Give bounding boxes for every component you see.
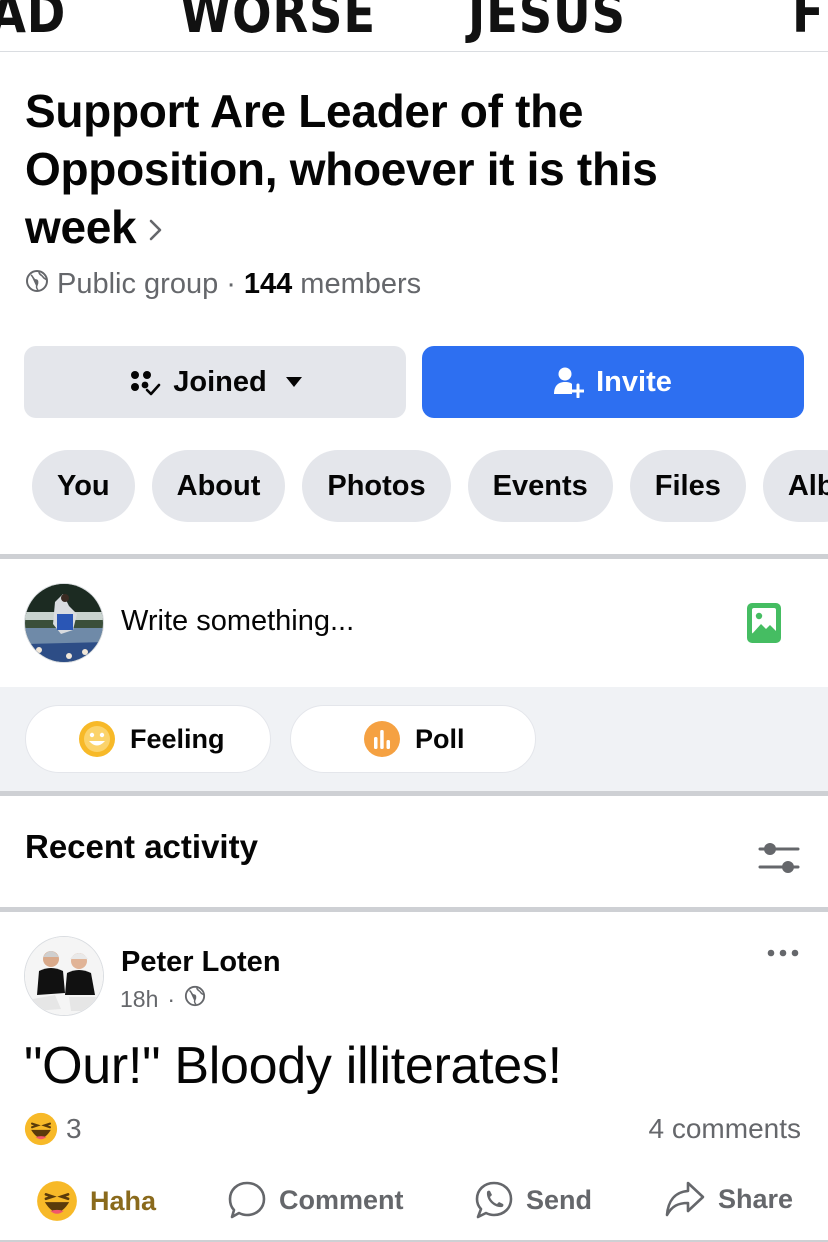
feeling-label: Feeling xyxy=(130,723,225,754)
reaction-summary[interactable]: 3 xyxy=(24,1112,82,1146)
group-title: Support Are Leader of the Opposition, wh… xyxy=(25,85,658,253)
share-label: Share xyxy=(718,1183,794,1214)
cover-word: FI xyxy=(792,0,828,45)
section-divider xyxy=(0,791,828,796)
joined-group-icon xyxy=(131,371,161,396)
filter-icon[interactable] xyxy=(758,840,800,881)
members-label[interactable]: members xyxy=(300,268,421,301)
joined-button[interactable]: Joined xyxy=(24,346,406,418)
comment-button[interactable]: Comment xyxy=(227,1180,404,1220)
poll-icon xyxy=(364,721,400,757)
avatar[interactable] xyxy=(24,936,104,1016)
cover-word: WORSE xyxy=(180,0,376,45)
post-author[interactable]: Peter Loten xyxy=(121,946,281,979)
group-title-link[interactable]: Support Are Leader of the Opposition, wh… xyxy=(25,82,725,260)
section-divider xyxy=(0,907,828,912)
more-icon[interactable] xyxy=(766,946,800,964)
post-text: "Our!" Bloody illiterates! xyxy=(24,1037,562,1095)
privacy-label: Public group xyxy=(57,268,219,300)
cover-photo-strip[interactable]: AD WORSE JESUS FI xyxy=(0,0,828,52)
messenger-icon xyxy=(475,1181,513,1219)
joined-label: Joined xyxy=(173,365,267,398)
group-tabs: You About Photos Events Files Alb xyxy=(32,450,828,522)
composer-placeholder[interactable]: Write something... xyxy=(121,605,354,638)
share-icon xyxy=(665,1181,705,1217)
reaction-count: 3 xyxy=(66,1113,82,1144)
member-count[interactable]: 144 xyxy=(244,268,292,301)
photo-icon[interactable] xyxy=(747,603,781,648)
composer-options: Feeling Poll xyxy=(0,687,828,791)
tab-you[interactable]: You xyxy=(32,450,135,522)
post-composer[interactable]: Write something... xyxy=(0,559,828,687)
group-meta: Public group · 144 members xyxy=(25,268,421,301)
invite-button[interactable]: Invite xyxy=(422,346,804,418)
poll-label: Poll xyxy=(415,723,465,754)
meta-separator: · xyxy=(167,985,176,1012)
tab-about[interactable]: About xyxy=(151,450,286,522)
share-button[interactable]: Share xyxy=(664,1180,793,1218)
tab-photos[interactable]: Photos xyxy=(302,450,451,522)
comment-icon xyxy=(228,1181,266,1219)
haha-icon xyxy=(37,1181,77,1221)
meta-separator: · xyxy=(226,268,236,300)
post-meta: 18h · xyxy=(120,985,206,1013)
haha-icon xyxy=(24,1112,58,1146)
comments-count[interactable]: 4 comments xyxy=(649,1113,802,1145)
tab-albums[interactable]: Alb xyxy=(762,450,828,522)
post-action-bar: Haha Comment Send Share xyxy=(0,1172,828,1232)
chevron-right-icon xyxy=(148,198,164,256)
poll-button[interactable]: Poll xyxy=(290,705,536,773)
caret-down-icon xyxy=(285,377,302,387)
tab-files[interactable]: Files xyxy=(629,450,746,522)
add-person-icon xyxy=(554,367,585,398)
avatar[interactable] xyxy=(24,583,104,663)
recent-activity-heading: Recent activity xyxy=(25,828,258,865)
invite-label: Invite xyxy=(596,365,672,398)
send-label: Send xyxy=(526,1184,593,1215)
cover-word: AD xyxy=(0,0,67,45)
feeling-icon xyxy=(79,721,115,757)
cover-word: JESUS xyxy=(468,0,626,45)
globe-icon xyxy=(25,268,49,301)
post-timestamp[interactable]: 18h xyxy=(120,986,158,1013)
tab-events[interactable]: Events xyxy=(467,450,613,522)
comment-label: Comment xyxy=(279,1184,404,1215)
haha-button[interactable]: Haha xyxy=(36,1180,156,1222)
send-button[interactable]: Send xyxy=(474,1180,592,1220)
feeling-button[interactable]: Feeling xyxy=(25,705,271,773)
haha-label: Haha xyxy=(90,1185,157,1216)
globe-icon xyxy=(184,985,206,1013)
